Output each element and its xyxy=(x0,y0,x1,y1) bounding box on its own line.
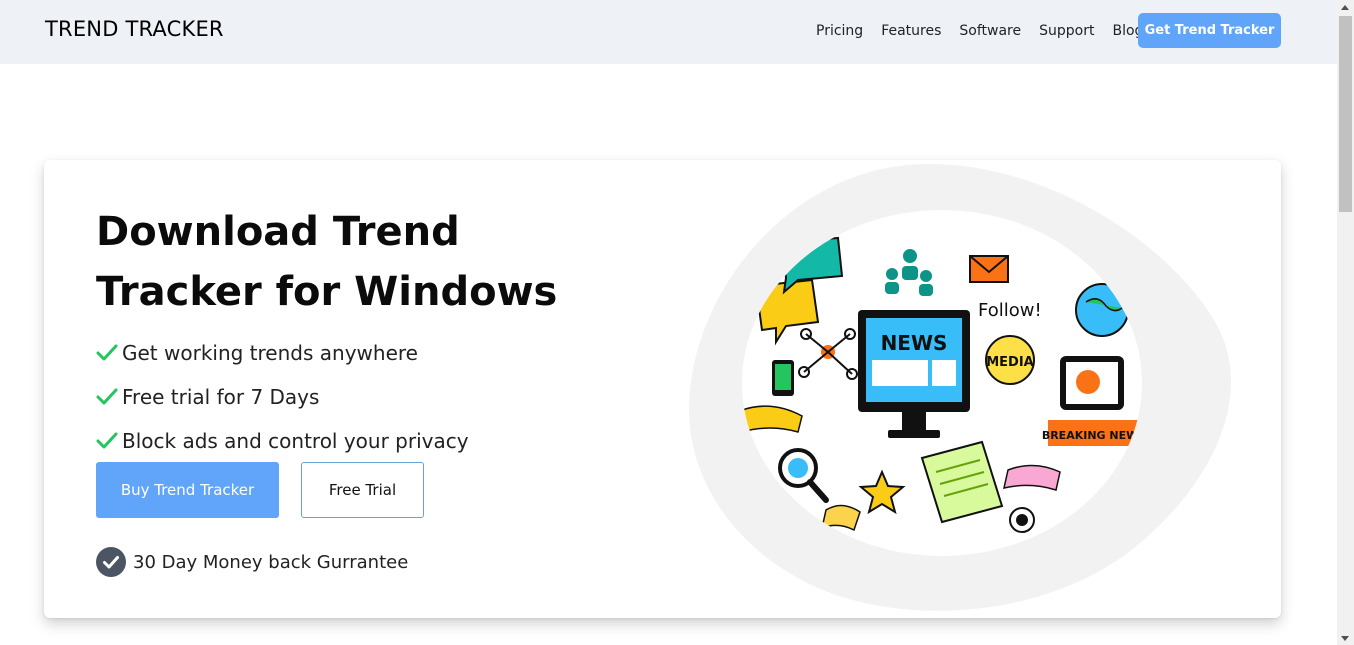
feature-item: Get working trends anywhere xyxy=(96,331,469,375)
money-back-guarantee: 30 Day Money back Gurrantee xyxy=(96,547,408,577)
feature-text: Free trial for 7 Days xyxy=(122,385,320,409)
check-circle-icon xyxy=(96,547,126,577)
nav-link-pricing[interactable]: Pricing xyxy=(816,23,863,39)
breaking-news-text: BREAKING NEWS xyxy=(1042,429,1142,442)
feature-item: Block ads and control your privacy xyxy=(96,419,469,463)
free-trial-button[interactable]: Free Trial xyxy=(301,462,424,518)
top-navbar: TREND TRACKER Pricing Features Software … xyxy=(0,0,1337,64)
feature-list: Get working trends anywhere Free trial f… xyxy=(96,331,469,463)
media-badge-text: MEDIA xyxy=(986,355,1034,370)
feature-text: Block ads and control your privacy xyxy=(122,429,469,453)
feature-item: Free trial for 7 Days xyxy=(96,375,469,419)
nav-links: Pricing Features Software Support Blog xyxy=(816,23,1161,39)
vertical-scrollbar[interactable] xyxy=(1337,0,1354,645)
feature-text: Get working trends anywhere xyxy=(122,341,418,365)
scroll-down-icon[interactable] xyxy=(1341,636,1349,641)
check-icon xyxy=(96,344,118,361)
nav-link-support[interactable]: Support xyxy=(1039,23,1094,39)
check-icon xyxy=(96,432,118,449)
monitor-text: NEWS xyxy=(881,331,948,355)
scroll-up-icon[interactable] xyxy=(1341,5,1349,10)
nav-link-software[interactable]: Software xyxy=(959,23,1021,39)
scroll-thumb[interactable] xyxy=(1339,16,1352,212)
follow-text: Follow! xyxy=(978,300,1042,321)
check-icon xyxy=(96,388,118,405)
guarantee-text: 30 Day Money back Gurrantee xyxy=(133,551,409,573)
hero-title: Download Trend Tracker for Windows xyxy=(96,209,558,315)
get-trend-tracker-button[interactable]: Get Trend Tracker xyxy=(1138,13,1281,48)
news-media-illustration: NEWS Follow! MEDIA BREAKING NEWS xyxy=(742,210,1142,556)
hero-card: Download Trend Tracker for Windows Get w… xyxy=(44,160,1281,618)
buy-trend-tracker-button[interactable]: Buy Trend Tracker xyxy=(96,462,279,518)
nav-link-features[interactable]: Features xyxy=(881,23,941,39)
brand-logo[interactable]: TREND TRACKER xyxy=(45,17,224,41)
